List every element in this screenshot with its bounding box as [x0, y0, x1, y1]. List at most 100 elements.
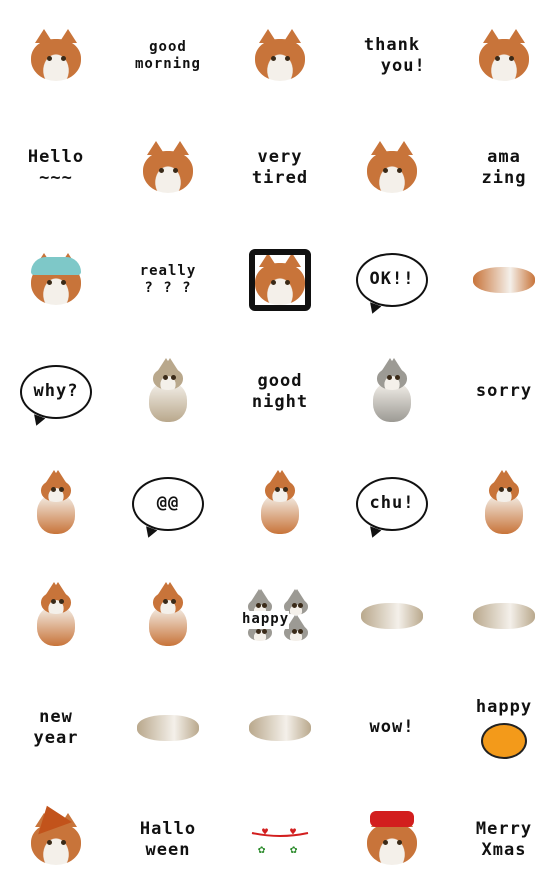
sticker-8[interactable]: very tired	[224, 112, 336, 224]
cat-figure-icon	[479, 470, 529, 536]
sticker-39[interactable]	[336, 784, 448, 896]
cat-body-icon	[137, 715, 199, 741]
svg-text:✿: ✿	[258, 842, 266, 855]
sticker-2[interactable]: good morning	[112, 0, 224, 112]
sticker-17[interactable]	[112, 336, 224, 448]
sticker-10[interactable]: ama zing	[448, 112, 560, 224]
sticker-6[interactable]: Hello ~~~	[0, 112, 112, 224]
sticker-7[interactable]	[112, 112, 224, 224]
cat-eye	[509, 56, 514, 61]
sticker-5[interactable]	[448, 0, 560, 112]
cat-eye	[495, 56, 500, 61]
sticker-40[interactable]: Merry Xmas	[448, 784, 560, 896]
cat-eye	[285, 56, 290, 61]
cat-eye	[50, 487, 56, 492]
sticker-33[interactable]	[224, 672, 336, 784]
sticker-20[interactable]: sorry	[448, 336, 560, 448]
sticker-text: @@	[156, 493, 180, 514]
cat-head-icon	[29, 799, 81, 865]
sticker-text: Hallo ween	[139, 818, 197, 860]
cat-eye	[47, 280, 52, 285]
cat-eye	[291, 603, 297, 608]
cat-head-icon	[265, 470, 295, 502]
sticker-4[interactable]: thank you!	[336, 0, 448, 112]
svg-text:✿: ✿	[290, 842, 298, 855]
sticker-text: Hello ~~~	[27, 146, 85, 188]
cat-figure-icon	[31, 470, 81, 536]
cat-head-icon	[41, 470, 71, 502]
sticker-text: good night	[251, 370, 309, 412]
sticker-24[interactable]: chu!	[336, 448, 448, 560]
cat-figure-icon	[143, 582, 193, 648]
sticker-text: Merry Xmas	[475, 818, 533, 860]
cat-head-icon	[367, 141, 417, 193]
cat-face	[41, 592, 71, 614]
heart-garland-icon: ♥ ♥ ✿ ✿	[250, 825, 310, 856]
sticker-text: happy	[242, 611, 290, 629]
sticker-text: new year	[33, 706, 79, 748]
cat-figure-icon	[255, 470, 305, 536]
sticker-14[interactable]: OK!!	[336, 224, 448, 336]
sticker-27[interactable]	[112, 560, 224, 672]
sticker-18[interactable]: good night	[224, 336, 336, 448]
cat-head-icon	[153, 582, 183, 614]
cat-head-icon	[377, 358, 407, 390]
cat-face	[143, 151, 193, 193]
sticker-36[interactable]	[0, 784, 112, 896]
speech-bubble: why?	[20, 365, 92, 419]
cat-face	[153, 592, 183, 614]
cat-eye	[47, 56, 52, 61]
sticker-30[interactable]	[448, 560, 560, 672]
cat-figure-icon	[367, 358, 417, 424]
sticker-9[interactable]	[336, 112, 448, 224]
sticker-text: sorry	[475, 381, 533, 402]
cat-figure-icon	[31, 582, 81, 648]
cat-eye	[171, 375, 176, 380]
cat-head-icon	[479, 29, 529, 81]
sticker-22[interactable]: @@	[112, 448, 224, 560]
sticker-12[interactable]: really ? ? ?	[112, 224, 224, 336]
sticker-28[interactable]: happy	[224, 560, 336, 672]
sticker-text: very tired	[251, 146, 309, 188]
sticker-31[interactable]: new year	[0, 672, 112, 784]
cat-head-icon	[255, 29, 305, 81]
cat-eye	[386, 375, 392, 380]
cat-eye	[50, 599, 56, 604]
speech-bubble: chu!	[356, 477, 428, 531]
sticker-1[interactable]	[0, 0, 112, 112]
cat-eye	[498, 487, 504, 492]
cat-eye	[383, 168, 388, 173]
cat-eye	[383, 840, 388, 845]
sticker-34[interactable]: wow!	[336, 672, 448, 784]
sticker-26[interactable]	[0, 560, 112, 672]
sticker-25[interactable]	[448, 448, 560, 560]
cat-eye	[59, 599, 64, 604]
sticker-3[interactable]	[224, 0, 336, 112]
sticker-29[interactable]	[336, 560, 448, 672]
sticker-15[interactable]	[448, 224, 560, 336]
cat-eye	[47, 840, 52, 845]
sticker-32[interactable]	[112, 672, 224, 784]
sticker-21[interactable]	[0, 448, 112, 560]
sticker-19[interactable]	[336, 336, 448, 448]
cat-head-icon	[31, 29, 81, 81]
sticker-16[interactable]: why?	[0, 336, 112, 448]
cat-face	[367, 151, 417, 193]
sticker-text: wow!	[369, 717, 415, 738]
cat-face	[479, 39, 529, 81]
cat-eye	[159, 168, 164, 173]
svg-text:♥: ♥	[290, 827, 296, 838]
sticker-38[interactable]: ♥ ♥ ✿ ✿	[224, 784, 336, 896]
sticker-13[interactable]	[224, 224, 336, 336]
cat-head-icon	[41, 582, 71, 614]
sticker-37[interactable]: Hallo ween	[112, 784, 224, 896]
sticker-text: OK!!	[369, 269, 415, 290]
cat-face	[489, 480, 519, 502]
sticker-23[interactable]	[224, 448, 336, 560]
sticker-35[interactable]: happy	[448, 672, 560, 784]
pumpkin-icon	[481, 722, 527, 759]
cat-eye	[271, 56, 276, 61]
happy-cats-icon: happy	[242, 589, 312, 641]
cat-eye	[162, 375, 168, 380]
sticker-11[interactable]	[0, 224, 112, 336]
